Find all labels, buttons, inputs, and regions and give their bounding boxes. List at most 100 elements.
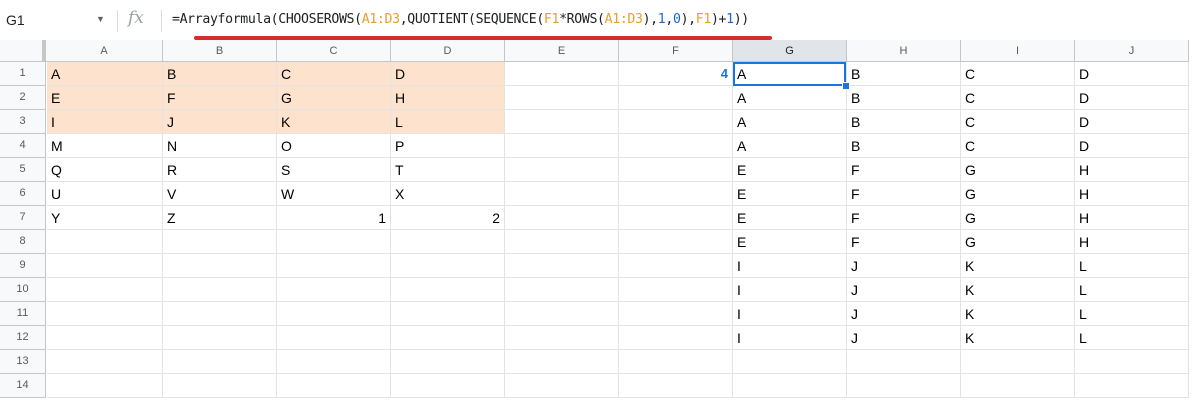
formula-input[interactable]: =Arrayformula(CHOOSEROWS(A1:D3,QUOTIENT(…	[172, 12, 749, 27]
cell-h12[interactable]: J	[847, 326, 961, 350]
cell-i4[interactable]: C	[961, 134, 1075, 158]
cell-b10[interactable]	[163, 278, 277, 302]
spreadsheet-grid[interactable]: ABCDEFGHIJ1ABCD4ABCD2EFGHABCD3IJKLABCD4M…	[0, 40, 1193, 407]
row-header-12[interactable]: 12	[0, 326, 46, 350]
cell-a3[interactable]: I	[47, 110, 163, 134]
cell-a9[interactable]	[47, 254, 163, 278]
cell-a12[interactable]	[47, 326, 163, 350]
cell-h4[interactable]: B	[847, 134, 961, 158]
cell-e14[interactable]	[505, 374, 619, 398]
cell-a5[interactable]: Q	[47, 158, 163, 182]
cell-c9[interactable]	[277, 254, 391, 278]
cell-c8[interactable]	[277, 230, 391, 254]
cell-g14[interactable]	[733, 374, 847, 398]
cell-b11[interactable]	[163, 302, 277, 326]
cell-a6[interactable]: U	[47, 182, 163, 206]
row-header-2[interactable]: 2	[0, 86, 46, 110]
cell-a13[interactable]	[47, 350, 163, 374]
cell-h13[interactable]	[847, 350, 961, 374]
cell-i7[interactable]: G	[961, 206, 1075, 230]
cell-i13[interactable]	[961, 350, 1075, 374]
cell-j8[interactable]: H	[1075, 230, 1189, 254]
cell-j11[interactable]: L	[1075, 302, 1189, 326]
column-header-d[interactable]: D	[391, 40, 505, 62]
column-header-j[interactable]: J	[1075, 40, 1189, 62]
cell-c5[interactable]: S	[277, 158, 391, 182]
cell-f1[interactable]: 4	[619, 62, 733, 86]
cell-i12[interactable]: K	[961, 326, 1075, 350]
cell-f6[interactable]	[619, 182, 733, 206]
cell-j14[interactable]	[1075, 374, 1189, 398]
cell-f5[interactable]	[619, 158, 733, 182]
cell-c4[interactable]: O	[277, 134, 391, 158]
cell-a10[interactable]	[47, 278, 163, 302]
cell-i1[interactable]: C	[961, 62, 1075, 86]
cell-f9[interactable]	[619, 254, 733, 278]
row-header-4[interactable]: 4	[0, 134, 46, 158]
cell-e10[interactable]	[505, 278, 619, 302]
cell-a4[interactable]: M	[47, 134, 163, 158]
cell-d9[interactable]	[391, 254, 505, 278]
cell-d4[interactable]: P	[391, 134, 505, 158]
select-all-corner[interactable]	[0, 40, 46, 62]
cell-e9[interactable]	[505, 254, 619, 278]
cell-j13[interactable]	[1075, 350, 1189, 374]
cell-f12[interactable]	[619, 326, 733, 350]
cell-j3[interactable]: D	[1075, 110, 1189, 134]
cell-h5[interactable]: F	[847, 158, 961, 182]
cell-j12[interactable]: L	[1075, 326, 1189, 350]
cell-j1[interactable]: D	[1075, 62, 1189, 86]
cell-a1[interactable]: A	[47, 62, 163, 86]
cell-f10[interactable]	[619, 278, 733, 302]
cell-j9[interactable]: L	[1075, 254, 1189, 278]
cell-h9[interactable]: J	[847, 254, 961, 278]
cell-c13[interactable]	[277, 350, 391, 374]
cell-b8[interactable]	[163, 230, 277, 254]
cell-e7[interactable]	[505, 206, 619, 230]
cell-e1[interactable]	[505, 62, 619, 86]
cell-h2[interactable]: B	[847, 86, 961, 110]
cell-i11[interactable]: K	[961, 302, 1075, 326]
cell-g11[interactable]: I	[733, 302, 847, 326]
fill-handle[interactable]	[842, 82, 850, 90]
cell-e8[interactable]	[505, 230, 619, 254]
cell-b4[interactable]: N	[163, 134, 277, 158]
cell-g2[interactable]: A	[733, 86, 847, 110]
row-header-7[interactable]: 7	[0, 206, 46, 230]
cell-g10[interactable]: I	[733, 278, 847, 302]
cell-i6[interactable]: G	[961, 182, 1075, 206]
cell-d7[interactable]: 2	[391, 206, 505, 230]
row-header-11[interactable]: 11	[0, 302, 46, 326]
cell-i8[interactable]: G	[961, 230, 1075, 254]
cell-a8[interactable]	[47, 230, 163, 254]
cell-i9[interactable]: K	[961, 254, 1075, 278]
cell-c6[interactable]: W	[277, 182, 391, 206]
cell-h14[interactable]	[847, 374, 961, 398]
cell-e2[interactable]	[505, 86, 619, 110]
cell-e3[interactable]	[505, 110, 619, 134]
cell-b3[interactable]: J	[163, 110, 277, 134]
cell-f14[interactable]	[619, 374, 733, 398]
cell-f13[interactable]	[619, 350, 733, 374]
cell-b2[interactable]: F	[163, 86, 277, 110]
cell-c14[interactable]	[277, 374, 391, 398]
cell-g5[interactable]: E	[733, 158, 847, 182]
row-header-8[interactable]: 8	[0, 230, 46, 254]
cell-a2[interactable]: E	[47, 86, 163, 110]
cell-e4[interactable]	[505, 134, 619, 158]
cell-d8[interactable]	[391, 230, 505, 254]
cell-f4[interactable]	[619, 134, 733, 158]
cell-d3[interactable]: L	[391, 110, 505, 134]
column-header-g[interactable]: G	[733, 40, 847, 62]
cell-c12[interactable]	[277, 326, 391, 350]
column-header-c[interactable]: C	[277, 40, 391, 62]
row-header-13[interactable]: 13	[0, 350, 46, 374]
cell-i5[interactable]: G	[961, 158, 1075, 182]
cell-a7[interactable]: Y	[47, 206, 163, 230]
cell-b5[interactable]: R	[163, 158, 277, 182]
row-header-3[interactable]: 3	[0, 110, 46, 134]
cell-b13[interactable]	[163, 350, 277, 374]
cell-d10[interactable]	[391, 278, 505, 302]
cell-i3[interactable]: C	[961, 110, 1075, 134]
cell-g4[interactable]: A	[733, 134, 847, 158]
